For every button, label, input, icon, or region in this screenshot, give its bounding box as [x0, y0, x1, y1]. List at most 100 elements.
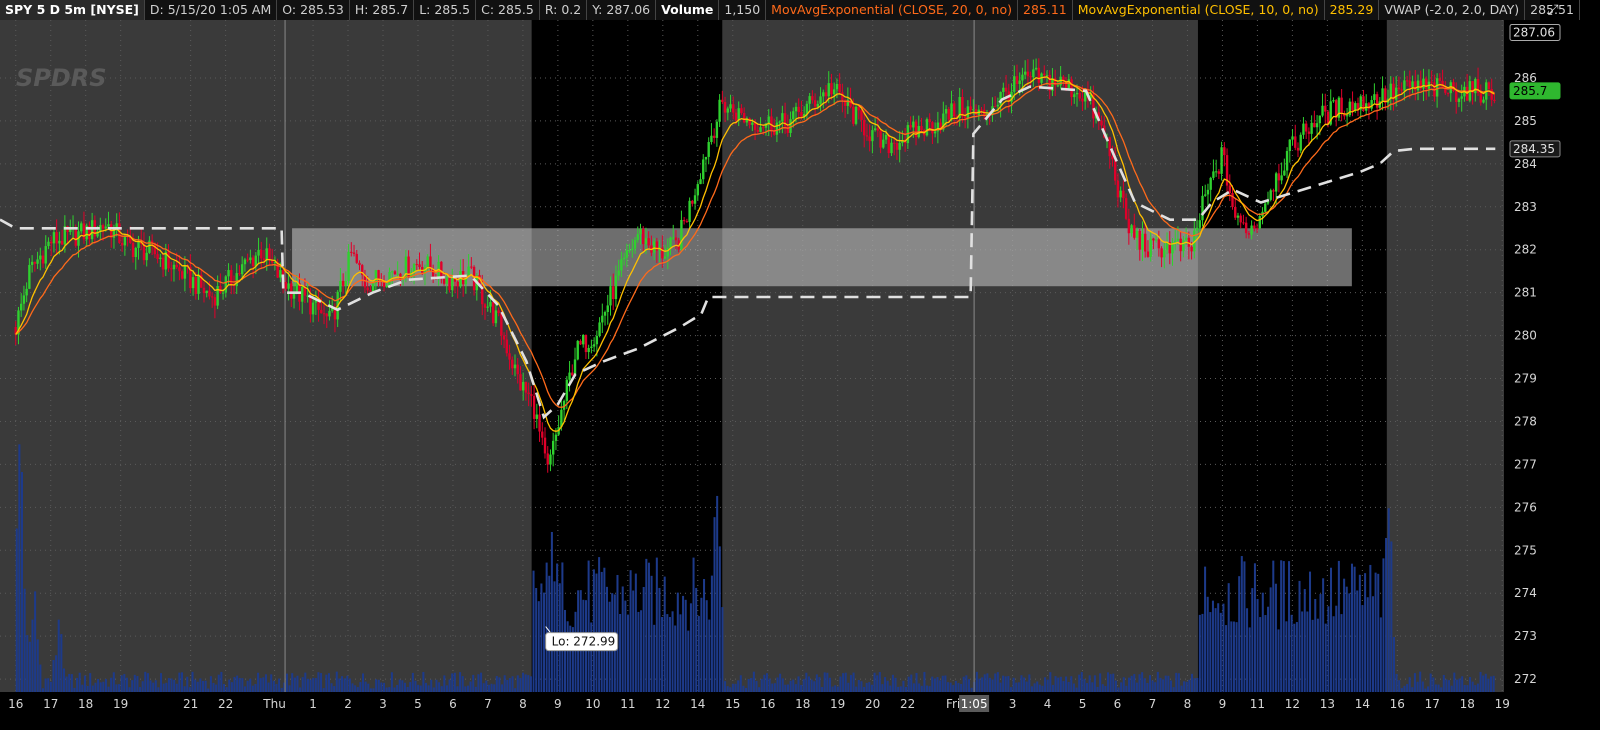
volume-bar [406, 686, 409, 692]
volume-bar [1274, 583, 1277, 692]
candle-down [772, 131, 776, 135]
candle-down [963, 116, 967, 119]
volume-bar [1112, 673, 1115, 692]
volume-bar [789, 680, 792, 692]
candle-up [1130, 225, 1133, 234]
volume-bar [1154, 682, 1157, 692]
volume-bar [251, 685, 254, 692]
candle-down [1408, 80, 1412, 88]
candle-up [950, 103, 953, 120]
volume-bar [1482, 675, 1485, 692]
volume-bar [970, 687, 973, 692]
candle-down [180, 271, 184, 279]
volume-bar [1009, 687, 1012, 692]
volume-bar [1028, 674, 1031, 692]
price-chart[interactable]: SPDRS 2722732742752762772782792802812822… [0, 0, 1600, 730]
candle-down [969, 106, 972, 111]
time-tick-label: 18 [795, 697, 810, 711]
volume-bar [70, 674, 73, 692]
volume-bar [828, 677, 831, 692]
volume-bar [62, 668, 65, 692]
volume-bar [254, 683, 257, 692]
volume-bar [994, 673, 997, 692]
volume-bar [826, 672, 829, 692]
time-tick-label: 6 [449, 697, 457, 711]
candle-up [652, 241, 656, 253]
candle-down [647, 238, 650, 246]
volume-bar [136, 676, 139, 692]
candle-down [1078, 92, 1081, 99]
volume-bar [1358, 574, 1361, 692]
candle-up [19, 303, 23, 311]
candle-down [508, 353, 511, 360]
candle-down [238, 273, 241, 275]
volume-bar [679, 614, 682, 692]
candle-down [524, 381, 528, 393]
volume-bar [952, 685, 955, 692]
volume-bar [587, 560, 590, 692]
volume-bar [1148, 675, 1152, 692]
volume-bar [1038, 684, 1041, 692]
volume-bar [876, 675, 879, 692]
volume-bar [1091, 682, 1094, 692]
candle-up [854, 106, 858, 124]
volume-bar [1023, 677, 1026, 692]
volume-bar [1458, 678, 1461, 692]
candle-down [857, 106, 860, 111]
candle-up [827, 83, 830, 97]
volume-bar [758, 687, 761, 692]
volume-bar [1411, 687, 1414, 692]
volume-bar [115, 684, 118, 692]
candle-up [693, 195, 697, 204]
volume-bar [47, 678, 50, 692]
candle-down [393, 271, 397, 275]
candle-down [931, 122, 934, 134]
candle-down [251, 257, 255, 267]
volume-bar [1067, 681, 1070, 692]
volume-bar [44, 678, 47, 692]
volume-bar [574, 611, 577, 692]
candle-down [1146, 251, 1150, 257]
candle-up [1299, 134, 1302, 151]
volume-bar [1445, 679, 1448, 692]
candle-up [1023, 71, 1027, 75]
volume-bar [1219, 612, 1222, 692]
candle-up [669, 237, 672, 248]
candle-down [1190, 246, 1193, 252]
volume-bar [752, 671, 755, 692]
volume-bar [773, 683, 776, 692]
candle-down [1441, 80, 1444, 88]
volume-bar [419, 685, 422, 692]
candle-up [644, 238, 648, 245]
volume-bar [663, 576, 666, 692]
volume-bar [480, 672, 483, 692]
volume-bar [1424, 688, 1427, 692]
volume-bar [923, 671, 926, 692]
volume-bar [288, 685, 291, 692]
candle-down [860, 110, 863, 121]
candle-down [1223, 147, 1226, 156]
candle-down [546, 453, 549, 465]
candle-up [47, 241, 50, 247]
volume-bar [1172, 687, 1175, 692]
candle-down [500, 313, 503, 336]
volume-bar [658, 587, 661, 692]
time-tick-label: 18 [78, 697, 93, 711]
volume-bar [902, 680, 905, 692]
volume-bar [55, 655, 58, 692]
volume-bar [438, 682, 441, 692]
candle-down [655, 241, 659, 251]
volume-bar [716, 495, 719, 692]
candle-down [341, 280, 345, 286]
candle-up [265, 248, 268, 261]
volume-bar [322, 688, 325, 692]
volume-bar [619, 613, 622, 692]
volume-bar [312, 677, 315, 692]
candle-up [822, 92, 825, 97]
volume-bar [556, 563, 559, 692]
candle-up [39, 255, 42, 260]
candle-down [1133, 225, 1136, 238]
candle-up [388, 271, 391, 286]
volume-bar [821, 686, 824, 692]
candle-up [620, 259, 623, 271]
